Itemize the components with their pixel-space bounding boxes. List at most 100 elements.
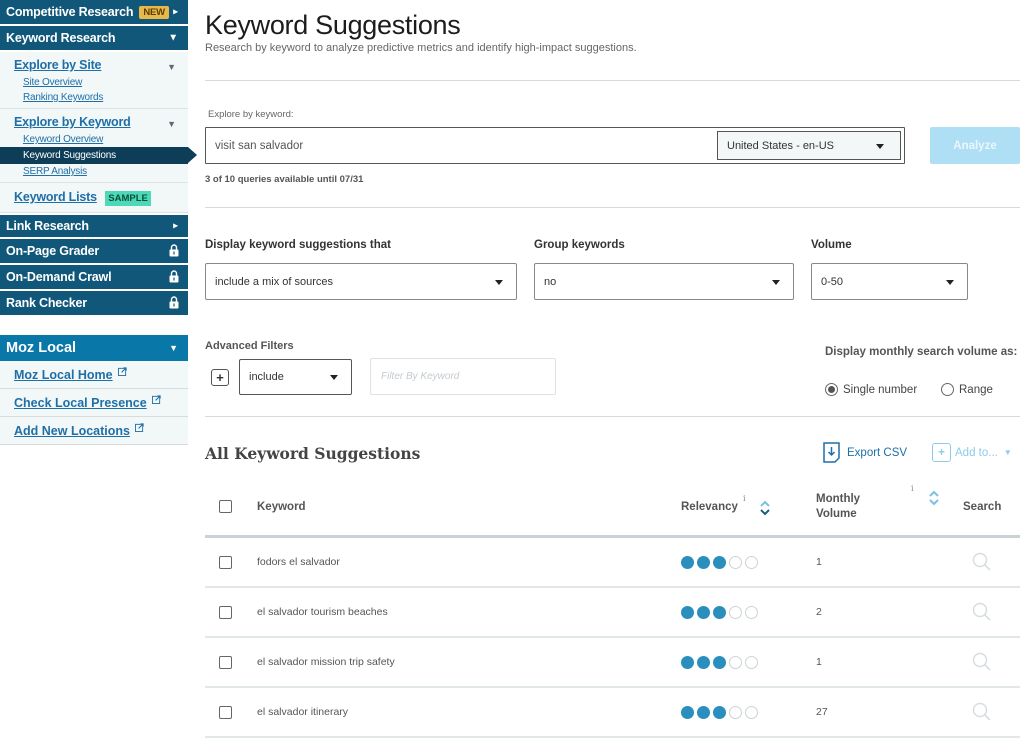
explore-by-site-link[interactable]: Explore by Site <box>14 54 188 75</box>
nav-on-page-grader[interactable]: On-Page Grader <box>0 239 188 265</box>
nav-label: On-Page Grader <box>6 244 99 258</box>
group-keywords-select[interactable]: no <box>534 263 794 300</box>
keyword-suggestions-link[interactable]: Keyword Suggestions <box>0 147 188 164</box>
results-section: All Keyword Suggestions Export CSV + Add… <box>205 417 1020 733</box>
advanced-mode-select[interactable]: include <box>239 359 352 395</box>
column-label-line: Monthly <box>816 493 860 505</box>
radio-range[interactable]: Range <box>941 383 993 396</box>
nav-link-research[interactable]: Link Research ▸ <box>0 213 188 239</box>
sample-badge: SAMPLE <box>105 191 151 206</box>
radio-single-number[interactable]: Single number <box>825 383 917 396</box>
lock-icon <box>169 296 179 309</box>
search-icon[interactable] <box>971 701 993 723</box>
analyze-button[interactable]: Analyze <box>930 127 1020 164</box>
nav-moz-local[interactable]: Moz Local ▼ <box>0 335 188 361</box>
column-relevancy[interactable]: Relevancy <box>681 501 738 513</box>
row-checkbox[interactable] <box>219 706 232 719</box>
sidebar: Competitive Research NEW ▸ Keyword Resea… <box>0 0 188 445</box>
chevron-down-icon <box>946 280 954 285</box>
chevron-down-icon[interactable]: ▼ <box>167 119 176 129</box>
keyword-cell: el salvador mission trip safety <box>257 656 395 668</box>
add-new-locations-link[interactable]: Add New Locations <box>0 417 188 445</box>
relevancy-dot-filled <box>713 606 726 619</box>
volume-select[interactable]: 0-50 <box>811 263 968 300</box>
radio-button-selected[interactable] <box>825 383 838 396</box>
check-local-presence-link[interactable]: Check Local Presence <box>0 389 188 417</box>
explore-by-site-group: Explore by Site ▼ Site Overview Ranking … <box>0 52 188 109</box>
chevron-down-icon: ▼ <box>169 343 178 353</box>
table-row: el salvador mission trip safety 1 <box>205 638 1020 688</box>
keyword-lists-item: Keyword Lists SAMPLE <box>0 183 188 213</box>
export-csv-button[interactable]: Export CSV <box>823 442 907 463</box>
relevancy-dot-empty <box>745 606 758 619</box>
nav-rank-checker[interactable]: Rank Checker <box>0 291 188 317</box>
explore-by-keyword-link[interactable]: Explore by Keyword <box>14 111 188 132</box>
relevancy-dot-filled <box>681 556 694 569</box>
chevron-down-icon <box>772 280 780 285</box>
search-label: Explore by keyword: <box>208 109 1020 120</box>
ranking-keywords-link[interactable]: Ranking Keywords <box>14 90 188 105</box>
add-to-button[interactable]: + Add to... ▼ <box>932 443 1012 462</box>
relevancy-rating <box>681 606 758 619</box>
search-icon[interactable] <box>971 551 993 573</box>
relevancy-dot-empty <box>729 606 742 619</box>
add-filter-button[interactable]: + <box>211 369 229 386</box>
search-icon[interactable] <box>971 651 993 673</box>
serp-analysis-link[interactable]: SERP Analysis <box>14 164 188 179</box>
keyword-overview-link[interactable]: Keyword Overview <box>14 132 188 147</box>
search-icon[interactable] <box>971 601 993 623</box>
radio-label: Single number <box>843 384 917 396</box>
query-quota: 3 of 10 queries available until 07/31 <box>205 174 1020 185</box>
keyword-search-input[interactable]: visit san salvador United States - en-US <box>205 127 905 164</box>
row-checkbox[interactable] <box>219 656 232 669</box>
moz-local-home-link[interactable]: Moz Local Home <box>0 361 188 389</box>
relevancy-rating <box>681 706 758 719</box>
relevancy-dot-empty <box>745 556 758 569</box>
sort-icon[interactable] <box>759 500 771 516</box>
relevancy-dot-empty <box>745 656 758 669</box>
keyword-lists-link[interactable]: Keyword Lists <box>14 186 97 207</box>
relevancy-dot-filled <box>681 656 694 669</box>
row-checkbox[interactable] <box>219 556 232 569</box>
relevancy-dot-empty <box>729 706 742 719</box>
keyword-cell: el salvador itinerary <box>257 706 348 718</box>
link-label: Moz Local Home <box>14 368 113 382</box>
display-suggestions-select[interactable]: include a mix of sources <box>205 263 517 300</box>
relevancy-dot-filled <box>697 706 710 719</box>
nav-keyword-research[interactable]: Keyword Research ▼ <box>0 26 188 52</box>
nav-label: Competitive Research <box>6 5 133 19</box>
column-keyword[interactable]: Keyword <box>257 501 306 513</box>
page-subtitle: Research by keyword to analyze predictiv… <box>205 42 1020 54</box>
external-link-icon <box>118 367 127 376</box>
export-label: Export CSV <box>847 447 907 459</box>
nav-on-demand-crawl[interactable]: On-Demand Crawl <box>0 265 188 291</box>
radio-button[interactable] <box>941 383 954 396</box>
column-monthly-volume[interactable]: Monthly Volume <box>816 492 860 522</box>
relevancy-dot-filled <box>697 556 710 569</box>
download-file-icon <box>823 442 840 463</box>
info-icon[interactable]: i <box>743 494 746 503</box>
lock-icon <box>169 270 179 283</box>
chevron-down-icon[interactable]: ▼ <box>167 62 176 72</box>
main-content: Keyword Suggestions Research by keyword … <box>205 0 1020 733</box>
sort-icon[interactable] <box>928 490 940 506</box>
keyword-research-submenu: Explore by Site ▼ Site Overview Ranking … <box>0 52 188 213</box>
chevron-down-icon <box>876 144 884 149</box>
link-label: Add New Locations <box>14 424 130 438</box>
keyword-cell: el salvador tourism beaches <box>257 606 388 618</box>
plus-icon: + <box>932 443 951 462</box>
row-checkbox[interactable] <box>219 606 232 619</box>
select-all-checkbox[interactable] <box>219 500 232 513</box>
relevancy-dot-filled <box>697 656 710 669</box>
nav-competitive-research[interactable]: Competitive Research NEW ▸ <box>0 0 188 26</box>
locale-select[interactable]: United States - en-US <box>717 131 901 160</box>
filter-by-keyword-input[interactable]: Filter By Keyword <box>370 358 556 395</box>
chevron-down-icon <box>495 280 503 285</box>
link-label: Check Local Presence <box>14 396 147 410</box>
select-value: no <box>544 276 556 288</box>
info-icon[interactable]: i <box>911 484 914 493</box>
keyword-table: Keyword Relevancy i Monthly Volume i Sea… <box>205 478 1020 738</box>
chevron-down-icon: ▼ <box>168 33 178 44</box>
chevron-down-icon: ▼ <box>1004 448 1012 457</box>
site-overview-link[interactable]: Site Overview <box>14 75 188 90</box>
